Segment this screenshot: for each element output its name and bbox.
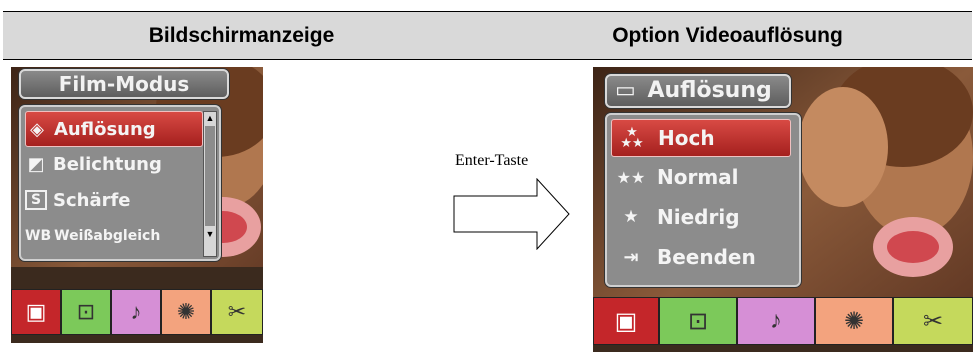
menu-item-label: Belichtung bbox=[53, 153, 162, 175]
option-low[interactable]: ★ Niedrig bbox=[611, 199, 789, 235]
option-list: ★ ★★ Hoch ★★ Normal ★ Niedrig ⇥ Beenden bbox=[605, 113, 801, 287]
header-right-title: Option Videoauflösung bbox=[612, 24, 843, 47]
tab-audio[interactable]: ♪ bbox=[111, 289, 161, 335]
microphone-icon: ♪ bbox=[130, 299, 142, 324]
exposure-icon: ◩ bbox=[27, 153, 45, 175]
option-exit[interactable]: ⇥ Beenden bbox=[611, 239, 789, 275]
mode-tab-bar: ▣ ⊡ ♪ ✺ ✂ bbox=[11, 289, 263, 335]
sharpness-icon: S bbox=[25, 190, 47, 210]
scroll-down-icon[interactable]: ▼ bbox=[204, 228, 216, 240]
resolution-icon: ◈ bbox=[30, 118, 44, 140]
tab-video[interactable]: ▣ bbox=[11, 289, 61, 335]
video-camera-icon: ▣ bbox=[614, 307, 638, 335]
camera-icon: ⊡ bbox=[687, 307, 709, 335]
option-high[interactable]: ★ ★★ Hoch bbox=[611, 119, 791, 157]
header-left-title: Bildschirmanzeige bbox=[148, 24, 335, 47]
tab-settings[interactable]: ✂ bbox=[893, 297, 973, 345]
two-stars-icon: ★★ bbox=[616, 167, 646, 187]
mode-tab-bar: ▣ ⊡ ♪ ✺ ✂ bbox=[593, 297, 973, 345]
option-normal[interactable]: ★★ Normal bbox=[611, 159, 789, 195]
tab-camera[interactable]: ⊡ bbox=[659, 297, 737, 345]
white-balance-icon: WB bbox=[25, 228, 52, 244]
left-camera-screen: Film-Modus ◈ Auflösung ◩ Belichtung S Sc… bbox=[11, 67, 263, 343]
tab-audio[interactable]: ♪ bbox=[737, 297, 815, 345]
menu-title: Film-Modus bbox=[58, 72, 190, 96]
scrollbar[interactable]: ▲ ▼ bbox=[203, 111, 217, 257]
video-camera-icon: ▣ bbox=[25, 299, 47, 324]
menu-item-sharpness[interactable]: S Schärfe bbox=[25, 183, 201, 217]
option-label: Hoch bbox=[658, 126, 715, 150]
menu-list: ◈ Auflösung ◩ Belichtung S Schärfe WB We… bbox=[19, 105, 221, 261]
tab-effects[interactable]: ✺ bbox=[815, 297, 893, 345]
camera-icon: ⊡ bbox=[76, 299, 96, 324]
menu-item-label: Weißabgleich bbox=[54, 228, 161, 244]
tab-effects[interactable]: ✺ bbox=[161, 289, 211, 335]
tools-icon: ✂ bbox=[227, 299, 247, 324]
tools-icon: ✂ bbox=[922, 307, 944, 335]
option-label: Niedrig bbox=[657, 205, 740, 229]
three-stars-icon: ★ ★★ bbox=[620, 125, 644, 151]
video-settings-icon: ▭ bbox=[615, 78, 636, 103]
menu-title-bar: Film-Modus bbox=[19, 69, 229, 99]
right-camera-screen: ▭ Auflösung ★ ★★ Hoch ★★ Normal ★ Niedrig… bbox=[593, 67, 973, 352]
menu-item-resolution[interactable]: ◈ Auflösung bbox=[25, 111, 203, 147]
exit-door-icon: ⇥ bbox=[623, 246, 639, 268]
tab-camera[interactable]: ⊡ bbox=[61, 289, 111, 335]
scroll-up-icon[interactable]: ▲ bbox=[204, 112, 216, 124]
menu-title: Auflösung bbox=[647, 78, 772, 103]
menu-item-label: Auflösung bbox=[54, 118, 156, 140]
palette-icon: ✺ bbox=[176, 299, 196, 324]
right-arrow-icon bbox=[453, 178, 570, 250]
menu-item-label: Schärfe bbox=[53, 189, 131, 211]
menu-item-exposure[interactable]: ◩ Belichtung bbox=[25, 147, 201, 181]
menu-item-white-balance[interactable]: WB Weißabgleich bbox=[25, 219, 201, 253]
tab-settings[interactable]: ✂ bbox=[211, 289, 263, 335]
enter-key-label: Enter-Taste bbox=[455, 152, 529, 169]
option-label: Normal bbox=[657, 165, 739, 189]
tab-video[interactable]: ▣ bbox=[593, 297, 659, 345]
menu-title-bar: ▭ Auflösung bbox=[605, 74, 791, 108]
microphone-icon: ♪ bbox=[770, 307, 782, 334]
scroll-thumb[interactable] bbox=[205, 126, 215, 226]
palette-icon: ✺ bbox=[843, 307, 865, 335]
option-label: Beenden bbox=[657, 245, 756, 269]
one-star-icon: ★ bbox=[623, 207, 639, 227]
header-bottom-rule bbox=[3, 59, 972, 60]
